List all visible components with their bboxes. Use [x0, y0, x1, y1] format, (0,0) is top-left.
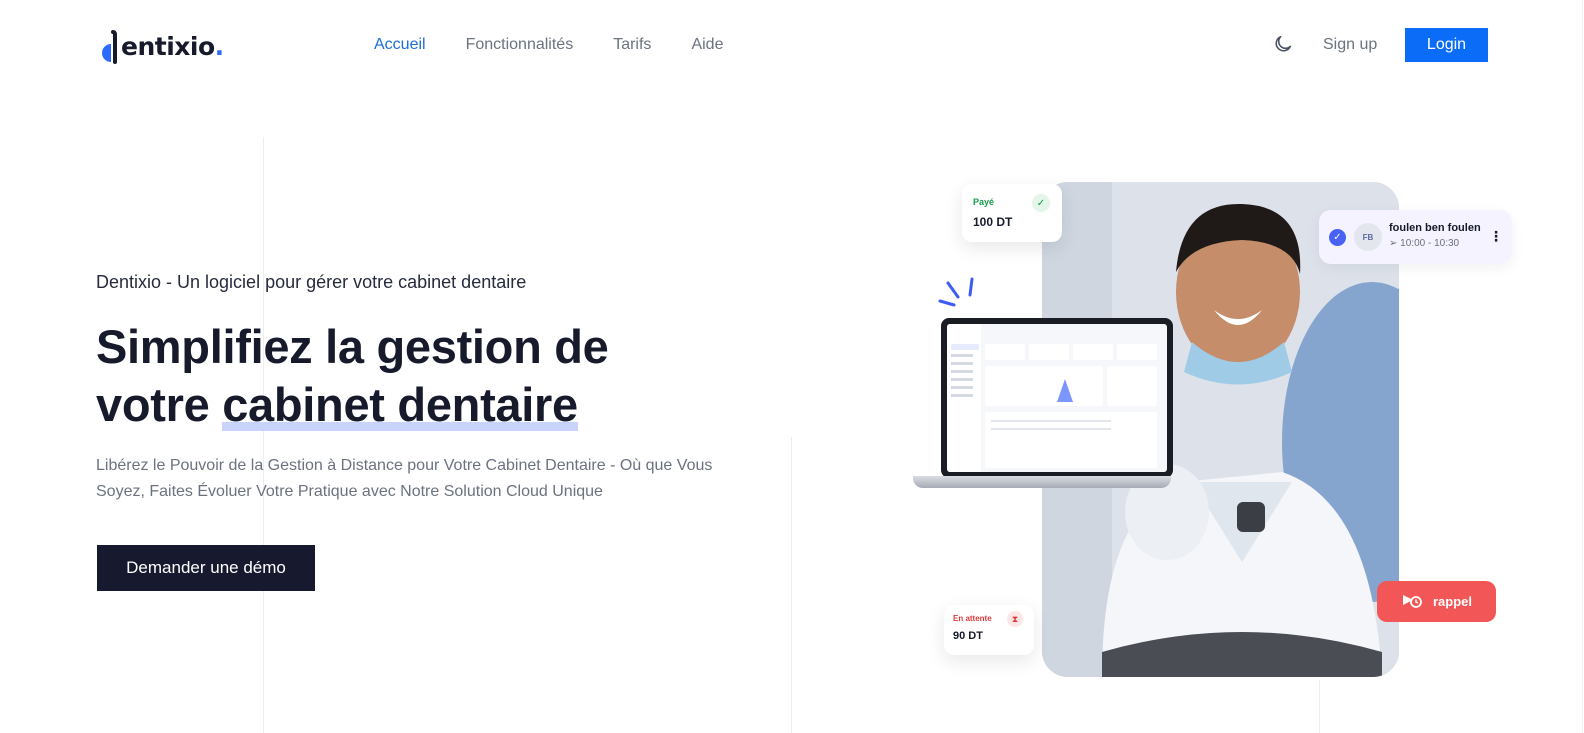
- guide-line: [791, 437, 792, 733]
- nav-item-fonctionnalites[interactable]: Fonctionnalités: [466, 35, 574, 55]
- pending-card: En attente ⧗ 90 DT: [944, 605, 1034, 655]
- send-icon: ➢: [1389, 238, 1401, 249]
- pending-label: En attente: [953, 614, 992, 623]
- logo-text: entixio.: [121, 32, 224, 61]
- reminder-button[interactable]: rappel: [1377, 581, 1496, 622]
- hero-eyebrow: Dentixio - Un logiciel pour gérer votre …: [96, 272, 527, 292]
- guide-line: [263, 137, 264, 733]
- time-range: 10:00 - 10:30: [1400, 238, 1460, 249]
- nav-item-accueil[interactable]: Accueil: [374, 35, 426, 55]
- nav-item-aide[interactable]: Aide: [691, 35, 723, 55]
- site-header: entixio. Accueil Fonctionnalités Tarifs …: [0, 0, 1584, 90]
- alarm-icon: [1401, 591, 1423, 612]
- guide-line: [1582, 0, 1583, 733]
- headline-line-1: Simplifiez la gestion de: [96, 320, 609, 373]
- appointment-time: ➢ 10:00 - 10:30: [1389, 238, 1459, 249]
- dashboard-screenshot: [947, 324, 1167, 472]
- avatar: FB: [1354, 223, 1382, 251]
- check-icon: ✓: [1329, 229, 1346, 246]
- logo-mark-icon: [97, 30, 123, 64]
- paid-amount: 100 DT: [973, 215, 1013, 229]
- laptop-mockup: [913, 318, 1173, 492]
- paid-label: Payé: [973, 197, 995, 207]
- nav-item-tarifs[interactable]: Tarifs: [613, 35, 651, 55]
- logo[interactable]: entixio.: [97, 28, 224, 64]
- signup-link[interactable]: Sign up: [1323, 35, 1377, 55]
- guide-line: [1319, 680, 1320, 733]
- headline-highlight: cabinet dentaire: [222, 378, 578, 431]
- sparkle-icon: [938, 277, 974, 307]
- main-nav: Accueil Fonctionnalités Tarifs Aide: [374, 35, 723, 55]
- paid-card: Payé ✓ 100 DT: [962, 184, 1062, 242]
- pending-amount: 90 DT: [953, 630, 983, 642]
- hourglass-icon: ⧗: [1007, 611, 1023, 627]
- appointment-card: ✓ FB foulen ben foulen ➢ 10:00 - 10:30 ⋮: [1319, 210, 1512, 264]
- request-demo-button[interactable]: Demander une démo: [97, 545, 315, 591]
- moon-icon[interactable]: [1272, 33, 1294, 55]
- headline-line-2: votre: [96, 378, 223, 431]
- more-options-icon[interactable]: ⋮: [1489, 228, 1503, 245]
- patient-name: foulen ben foulen: [1389, 222, 1481, 234]
- reminder-label: rappel: [1432, 594, 1472, 609]
- hero-lead: Libérez le Pouvoir de la Gestion à Dista…: [96, 457, 713, 500]
- hero-headline: Simplifiez la gestion de votre cabinet d…: [96, 318, 736, 434]
- login-button[interactable]: Login: [1405, 28, 1488, 62]
- check-icon: ✓: [1032, 194, 1050, 212]
